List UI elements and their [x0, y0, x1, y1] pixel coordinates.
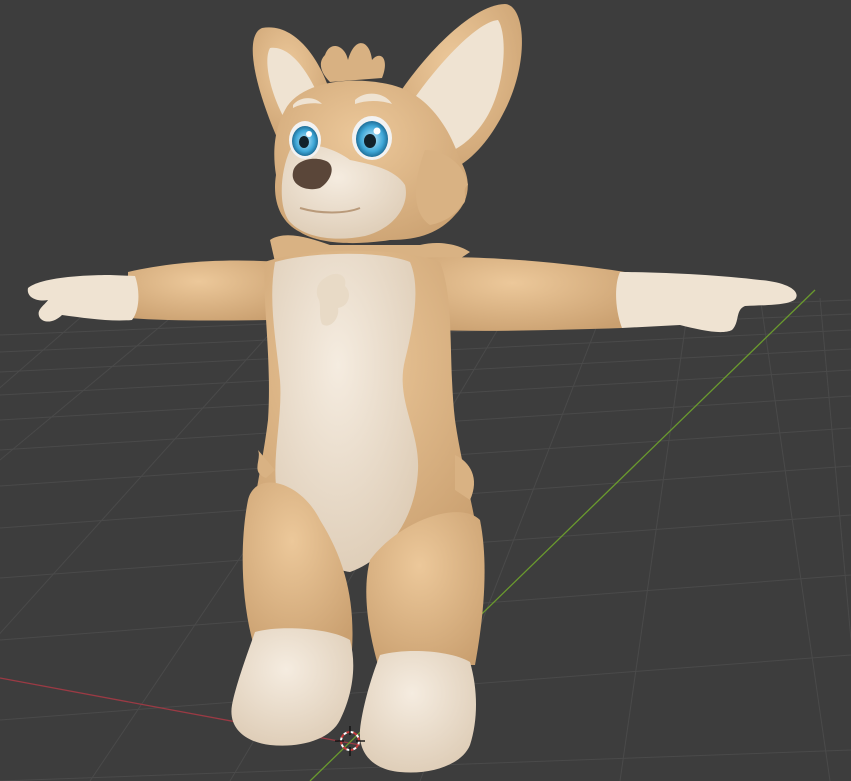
right-arm — [420, 257, 625, 331]
left-hand — [27, 275, 139, 322]
left-eye — [289, 121, 321, 159]
right-eye — [352, 116, 392, 160]
3d-viewport[interactable] — [0, 0, 851, 781]
left-arm — [128, 260, 285, 321]
right-foot — [359, 650, 476, 773]
